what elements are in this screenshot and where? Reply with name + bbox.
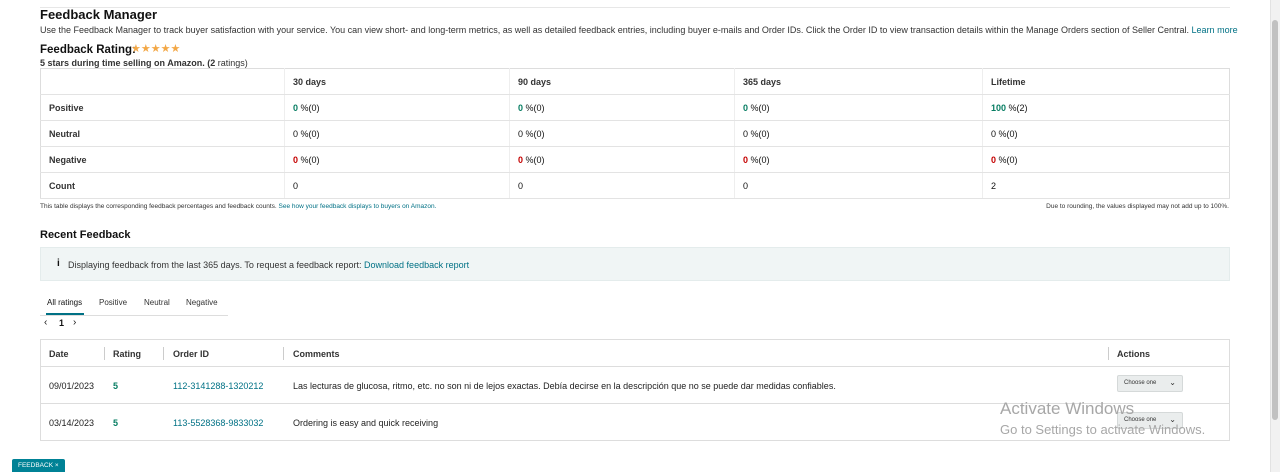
buyer-display-link[interactable]: See how your feedback displays to buyers… [279, 203, 437, 210]
summary-cell: 0 %(0) [509, 146, 735, 173]
order-id-link[interactable]: 112-3141288-1320212 [173, 381, 263, 391]
info-text: Displaying feedback from the last 365 da… [68, 260, 469, 270]
table-header: Date Rating Order ID Comments Actions [41, 340, 1229, 367]
intro-text: Use the Feedback Manager to track buyer … [40, 25, 1240, 35]
summary-cell: 0 %(0) [982, 146, 1230, 173]
rating-summary: 5 stars during time selling on Amazon. (… [40, 58, 248, 68]
page-title: Feedback Manager [40, 7, 158, 22]
scrollbar[interactable] [1270, 0, 1280, 472]
summary-cell: 0 [509, 172, 735, 199]
header-order-id: Order ID [173, 349, 210, 359]
row-comment: Ordering is easy and quick receiving [293, 418, 439, 428]
row-date: 03/14/2023 [49, 418, 95, 428]
feedback-rating-label: Feedback Rating: [40, 44, 136, 56]
col-30-days: 30 days [284, 68, 510, 95]
active-tab-indicator [46, 313, 84, 315]
summary-cell: 0 %(0) [509, 94, 735, 121]
info-message: Displaying feedback from the last 365 da… [68, 260, 362, 270]
tab-positive[interactable]: Positive [99, 298, 127, 307]
summary-row-negative: Negative 0 %(0) 0 %(0) 0 %(0) 0 %(0) [40, 146, 1230, 173]
row-label: Negative [40, 146, 285, 173]
summary-cell: 0 %(0) [982, 120, 1230, 147]
feedback-tab-button[interactable]: FEEDBACK × [12, 459, 65, 472]
header-divider [163, 347, 164, 360]
next-page-icon[interactable]: › [73, 317, 76, 328]
header-comments: Comments [293, 349, 340, 359]
page: Feedback Manager Use the Feedback Manage… [0, 0, 1280, 472]
summary-cell: 0 %(0) [734, 120, 983, 147]
rating-summary-suffix: ratings) [215, 58, 248, 68]
prev-page-icon[interactable]: ‹ [44, 317, 47, 328]
summary-cell: 0 %(0) [509, 120, 735, 147]
actions-dropdown-label: Choose one [1124, 380, 1157, 386]
order-id-link[interactable]: 113-5528368-9833032 [173, 418, 263, 428]
tab-all-ratings[interactable]: All ratings [47, 298, 82, 307]
table-note-text: This table displays the corresponding fe… [40, 203, 277, 210]
rating-tabs: All ratings Positive Neutral Negative [40, 291, 228, 316]
row-rating: 5 [113, 418, 119, 428]
star-rating-icon: ★★★★★ [131, 43, 181, 55]
header-divider [104, 347, 105, 360]
summary-cell: 0 %(0) [734, 94, 983, 121]
summary-cell: 0 %(0) [284, 146, 510, 173]
recent-feedback-title: Recent Feedback [40, 229, 131, 241]
header-divider [283, 347, 284, 360]
download-report-link[interactable]: Download feedback report [364, 260, 469, 270]
summary-row-count: Count 0 0 0 2 [40, 172, 1230, 199]
summary-corner [40, 68, 285, 95]
row-rating: 5 [113, 381, 119, 391]
table-note: This table displays the corresponding fe… [40, 203, 436, 210]
rounding-note: Due to rounding, the values displayed ma… [1046, 203, 1229, 210]
row-date: 09/01/2023 [49, 381, 95, 391]
summary-cell: 100 %(2) [982, 94, 1230, 121]
summary-header-row: 30 days 90 days 365 days Lifetime [40, 68, 1230, 95]
chevron-down-icon: ⌄ [1169, 378, 1176, 387]
col-365-days: 365 days [734, 68, 983, 95]
tab-negative[interactable]: Negative [186, 298, 218, 307]
row-comment: Las lecturas de glucosa, ritmo, etc. no … [293, 381, 836, 391]
top-divider [40, 0, 1230, 8]
summary-cell: 0 %(0) [734, 146, 983, 173]
learn-more-link[interactable]: Learn more [1192, 25, 1238, 35]
page-number[interactable]: 1 [59, 318, 64, 328]
col-90-days: 90 days [509, 68, 735, 95]
intro-description: Use the Feedback Manager to track buyer … [40, 25, 1190, 35]
row-label: Count [40, 172, 285, 199]
row-label: Neutral [40, 120, 285, 147]
summary-cell: 2 [982, 172, 1230, 199]
header-rating: Rating [113, 349, 141, 359]
summary-row-neutral: Neutral 0 %(0) 0 %(0) 0 %(0) 0 %(0) [40, 120, 1230, 147]
info-banner: i Displaying feedback from the last 365 … [40, 247, 1230, 281]
watermark-line-1: Activate Windows [1000, 399, 1135, 418]
summary-cell: 0 [284, 172, 510, 199]
col-lifetime: Lifetime [982, 68, 1230, 95]
actions-dropdown[interactable]: Choose one ⌄ [1117, 375, 1183, 392]
summary-cell: 0 [734, 172, 983, 199]
info-icon: i [57, 258, 60, 269]
header-actions: Actions [1117, 349, 1151, 359]
header-date: Date [49, 349, 69, 359]
rating-summary-prefix: 5 stars during time selling on Amazon. ( [40, 58, 211, 68]
feedback-summary-table: 30 days 90 days 365 days Lifetime Positi… [40, 68, 1230, 199]
summary-cell: 0 %(0) [284, 120, 510, 147]
summary-cell: 0 %(0) [284, 94, 510, 121]
row-label: Positive [40, 94, 285, 121]
summary-row-positive: Positive 0 %(0) 0 %(0) 0 %(0) 100 %(2) [40, 94, 1230, 121]
header-divider [1108, 347, 1109, 360]
scrollbar-thumb[interactable] [1272, 20, 1278, 420]
watermark-line-2: Go to Settings to activate Windows. [1000, 422, 1206, 437]
tab-neutral[interactable]: Neutral [144, 298, 170, 307]
windows-activation-watermark: Activate Windows Go to Settings to activ… [1000, 399, 1205, 437]
